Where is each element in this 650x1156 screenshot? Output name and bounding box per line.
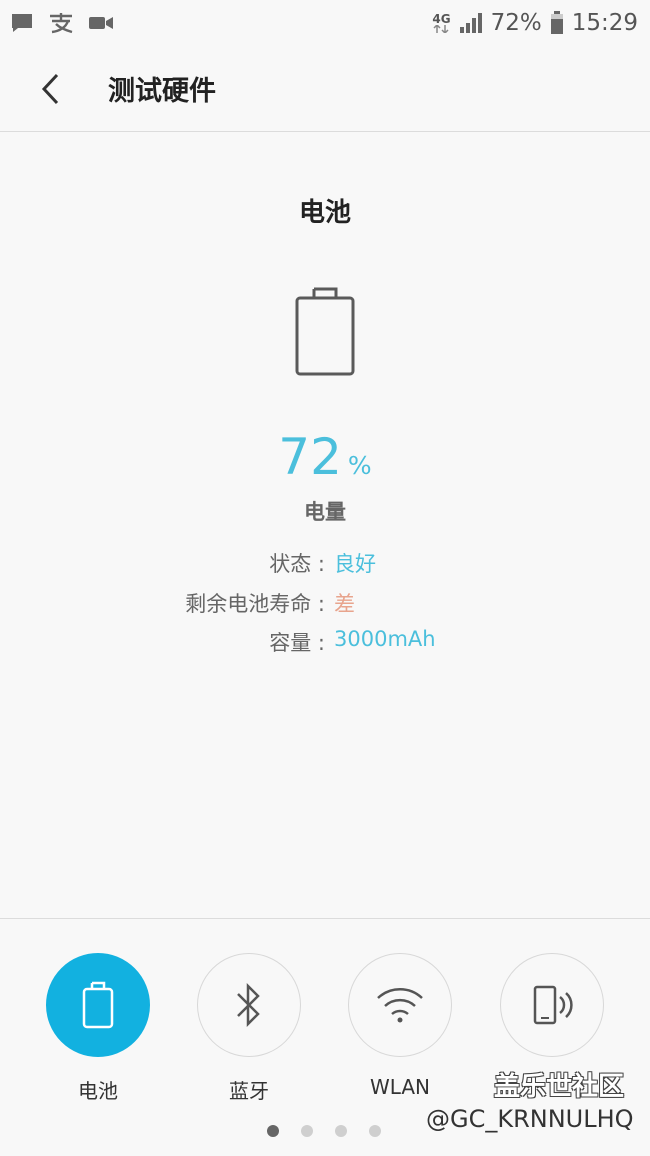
app-header: 测试硬件 (0, 46, 650, 132)
alipay-icon (48, 12, 74, 34)
battery-outline-icon (295, 287, 355, 376)
battery-percent-text: 72% (490, 10, 542, 36)
watermark-handle: @GC_KRNNULHQ (426, 1105, 634, 1133)
info-value: 3000mAh (334, 627, 436, 651)
status-bar: 4G 72% 15:29 (0, 0, 650, 46)
screen: 4G 72% 15:29 测试硬件 电池 72% 电量 状态: 良好 剩余电池… (0, 0, 650, 1156)
back-button[interactable] (20, 59, 80, 119)
info-value: 差 (334, 592, 355, 616)
battery-level-label: 电量 (304, 500, 346, 524)
page-title: 测试硬件 (108, 76, 216, 107)
phone-vibrate-icon (533, 985, 573, 1025)
info-label: 状态 : (269, 552, 325, 576)
info-row-status: 状态 : 良好 (0, 548, 650, 578)
tab-label: WLAN (369, 1075, 431, 1099)
tab-vibration[interactable] (499, 953, 605, 1075)
battery-percent-display: 72% (0, 428, 650, 486)
notification-icons (0, 12, 114, 34)
bluetooth-icon (237, 982, 260, 1028)
clock: 15:29 (571, 10, 638, 36)
tab-battery[interactable]: 电池 (45, 953, 151, 1104)
info-row-battery-life: 剩余电池寿命 : 差 (0, 588, 650, 618)
battery-percent-value: 72 (278, 428, 342, 486)
tab-bluetooth[interactable]: 蓝牙 (196, 953, 302, 1104)
section-title: 电池 (298, 198, 351, 228)
tab-label: 蓝牙 (229, 1079, 269, 1103)
tab-bluetooth-button[interactable] (197, 953, 301, 1057)
info-label: 容量 : (269, 631, 325, 655)
tab-vibration-button[interactable] (500, 953, 604, 1057)
info-label: 剩余电池寿命 : (185, 592, 325, 616)
watermark-title: 盖乐世社区 (494, 1072, 625, 1102)
battery-icon (550, 11, 564, 35)
info-value: 良好 (334, 552, 376, 576)
chevron-left-icon (41, 73, 59, 104)
wifi-icon (377, 988, 423, 1023)
battery-percent-unit: % (347, 451, 372, 480)
tab-label: 电池 (78, 1079, 118, 1103)
tab-wlan[interactable]: WLAN (347, 953, 453, 1099)
tab-battery-button[interactable] (46, 953, 150, 1057)
info-row-capacity: 容量 : 3000mAh (0, 627, 650, 657)
page-dot[interactable] (267, 1125, 279, 1137)
page-indicator (267, 1125, 381, 1137)
tab-wlan-button[interactable] (348, 953, 452, 1057)
system-icons: 4G 72% 15:29 (432, 10, 650, 36)
battery-icon (82, 981, 114, 1029)
page-dot[interactable] (335, 1125, 347, 1137)
network-type-indicator: 4G (432, 13, 451, 33)
video-icon (88, 13, 114, 33)
message-icon (10, 12, 34, 34)
page-dot[interactable] (301, 1125, 313, 1137)
signal-icon (459, 12, 483, 34)
page-dot[interactable] (369, 1125, 381, 1137)
